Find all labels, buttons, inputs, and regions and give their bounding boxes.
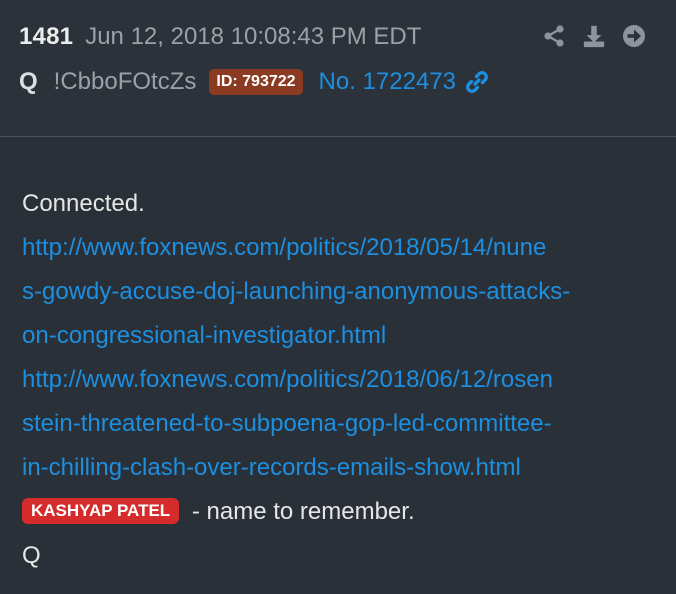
post-text-line: Connected. bbox=[22, 190, 145, 217]
id-badge: ID: 793722 bbox=[209, 69, 303, 95]
post-number-link[interactable]: No. 1722473 bbox=[319, 68, 456, 96]
post-card: 1481 Jun 12, 2018 10:08:43 PM EDT Q !Cbb… bbox=[0, 0, 676, 594]
name-suffix-text: - name to remember. bbox=[185, 498, 415, 525]
post-meta-row: 1481 Jun 12, 2018 10:08:43 PM EDT bbox=[19, 21, 421, 53]
foxnews-link-2[interactable]: http://www.foxnews.com/politics/2018/06/… bbox=[22, 366, 553, 393]
name-line: KASHYAP PATEL - name to remember. bbox=[22, 490, 662, 534]
foxnews-link-1[interactable]: on-congressional-investigator.html bbox=[22, 322, 386, 349]
name-highlight-tag: KASHYAP PATEL bbox=[22, 498, 180, 524]
post-number: 1481 bbox=[19, 23, 74, 50]
signature: Q bbox=[22, 542, 41, 569]
post-header: 1481 Jun 12, 2018 10:08:43 PM EDT Q !Cbb… bbox=[0, 0, 676, 137]
link-icon[interactable] bbox=[464, 69, 490, 95]
foxnews-link-2[interactable]: stein-threatened-to-subpoena-gop-led-com… bbox=[22, 410, 552, 437]
post-body: Connected. http://www.foxnews.com/politi… bbox=[22, 182, 662, 578]
post-author-row: Q !CbboFOtcZs ID: 793722 No. 1722473 bbox=[19, 66, 490, 98]
author-name: Q bbox=[19, 68, 38, 95]
foxnews-link-1[interactable]: s-gowdy-accuse-doj-launching-anonymous-a… bbox=[22, 278, 570, 305]
arrow-right-circle-icon[interactable] bbox=[622, 23, 646, 49]
post-date: Jun 12, 2018 10:08:43 PM EDT bbox=[85, 23, 422, 50]
tripcode: !CbboFOtcZs bbox=[53, 68, 197, 95]
download-icon[interactable] bbox=[582, 23, 606, 49]
foxnews-link-1[interactable]: http://www.foxnews.com/politics/2018/05/… bbox=[22, 234, 546, 261]
foxnews-link-2[interactable]: in-chilling-clash-over-records-emails-sh… bbox=[22, 454, 521, 481]
share-icon[interactable] bbox=[542, 23, 566, 49]
post-actions bbox=[542, 23, 646, 49]
